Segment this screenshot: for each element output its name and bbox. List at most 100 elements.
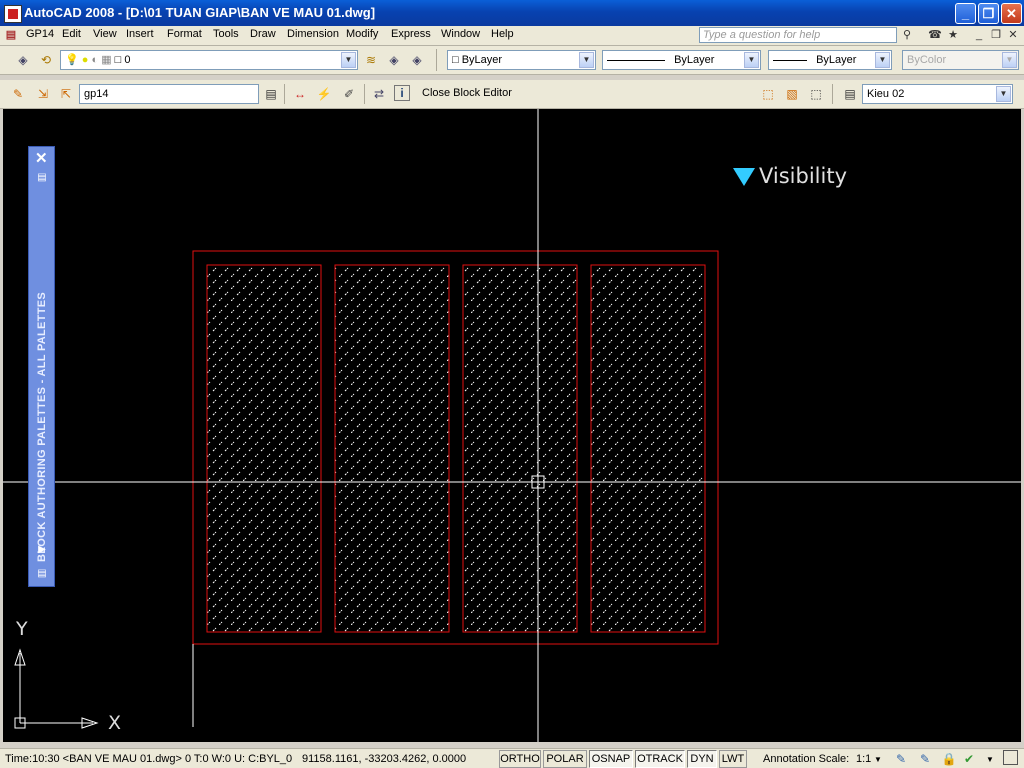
menu-gp14[interactable]: GP14 (26, 28, 54, 40)
minimize-button[interactable]: _ (955, 3, 976, 24)
toggle-ortho[interactable]: ORTHO (499, 750, 541, 768)
ucs-y-label: Y (16, 618, 28, 640)
palette-close-icon[interactable]: ✕ (35, 149, 48, 167)
toolbar-separator (364, 84, 365, 104)
title-bar: AutoCAD 2008 - [D:\01 TUAN GIAP\BAN VE M… (0, 0, 1024, 26)
toolbar-separator (436, 49, 437, 71)
menu-dimension[interactable]: Dimension (287, 28, 339, 40)
toolbar-lock-icon[interactable]: 🔒 (940, 750, 958, 768)
parameter-icon[interactable]: ↔ (291, 85, 309, 103)
menu-tools[interactable]: Tools (213, 28, 239, 40)
define-attribute-icon[interactable]: ✐ (340, 85, 358, 103)
annotation-visibility-icon[interactable]: ✎ (892, 750, 910, 768)
help-search-input[interactable]: Type a question for help (699, 27, 897, 43)
layer-color-swatch: □ (114, 54, 122, 66)
menu-format[interactable]: Format (167, 28, 202, 40)
chevron-down-icon[interactable]: ▼ (874, 755, 882, 764)
layer-previous-icon[interactable]: ⟲ (37, 51, 55, 69)
linetype-preview (607, 59, 665, 61)
menu-bar: ▤ GP14 Edit View Insert Format Tools Dra… (0, 26, 1024, 46)
hatched-panel-2 (334, 264, 450, 633)
block-authoring-palette[interactable]: ✕ ▤ BLOCK AUTHORING PALETTES - ALL PALET… (28, 146, 55, 587)
annotation-scale-value[interactable]: 1:1 (856, 753, 871, 765)
visibility-grip-icon[interactable] (733, 168, 755, 186)
palette-autohide-icon[interactable]: ▶ (35, 543, 49, 557)
visibility-state-value: Kieu 02 (867, 88, 905, 100)
toolbar-separator (284, 84, 285, 104)
autocad-app-icon[interactable] (4, 5, 22, 23)
close-block-editor-button[interactable]: Close Block Editor (422, 87, 512, 99)
menu-insert[interactable]: Insert (126, 28, 154, 40)
toggle-otrack[interactable]: OTRACK (635, 750, 685, 768)
layer-lock-icon: ◐ (91, 54, 99, 66)
menu-window[interactable]: Window (441, 28, 480, 40)
authoring-palettes-icon[interactable]: ▤ (262, 85, 280, 103)
window-title: AutoCAD 2008 - [D:\01 TUAN GIAP\BAN VE M… (24, 5, 376, 20)
chevron-down-icon[interactable]: ▼ (579, 52, 594, 68)
annotation-scale-label: Annotation Scale: (763, 753, 850, 765)
chevron-down-icon[interactable]: ▼ (996, 86, 1011, 102)
communication-icon[interactable]: ✔ (960, 750, 978, 768)
clean-screen-icon[interactable] (1003, 750, 1018, 765)
chevron-down-icon[interactable]: ▼ (744, 52, 759, 68)
menu-modify[interactable]: Modify (346, 28, 378, 40)
document-icon[interactable]: ▤ (4, 28, 18, 42)
restore-button[interactable]: ❐ (978, 3, 999, 24)
toggle-dyn[interactable]: DYN (687, 750, 717, 768)
visibility-mode-icon[interactable]: ⬚ (807, 85, 825, 103)
visibility-state-dropdown[interactable]: Kieu 02 ▼ (862, 84, 1013, 104)
toolbar-separator (832, 84, 833, 104)
status-info: Time:10:30 <BAN VE MAU 01.dwg> 0 T:0 W:0… (5, 753, 293, 765)
linetype-value: ByLayer (674, 54, 715, 66)
close-button[interactable]: ✕ (1001, 3, 1022, 24)
layer-freeze-icon: ● (81, 54, 89, 66)
doc-restore-icon[interactable]: ❐ (989, 28, 1003, 42)
block-name-field[interactable]: gp14 (79, 84, 259, 104)
toggle-osnap[interactable]: OSNAP (589, 750, 633, 768)
info-icon[interactable]: i (394, 85, 410, 101)
menu-view[interactable]: View (93, 28, 117, 40)
menu-express[interactable]: Express (391, 28, 431, 40)
action-icon[interactable]: ⚡ (315, 85, 333, 103)
layer-dropdown[interactable]: 💡 ● ◐ ▦ □ 0 ▼ (60, 50, 358, 70)
palette-properties-icon[interactable]: ▤ (35, 171, 49, 185)
auto-scale-icon[interactable]: ✎ (916, 750, 934, 768)
layer-value: 0 (124, 54, 131, 66)
make-current-layer-icon[interactable]: ≋ (362, 51, 380, 69)
search-icon[interactable]: ⚲ (900, 28, 914, 42)
visibility-parameter[interactable]: Visibility (733, 164, 847, 188)
menu-help[interactable]: Help (491, 28, 514, 40)
color-value: ByLayer (461, 54, 503, 66)
edit-block-icon[interactable]: ✎ (9, 85, 27, 103)
coordinate-display[interactable]: 91158.1161, -33203.4262, 0.0000 (302, 753, 466, 765)
layer-isolate-icon[interactable]: ◈ (408, 51, 426, 69)
manage-visibility-states-icon[interactable]: ▤ (841, 85, 859, 103)
favorites-icon[interactable]: ★ (946, 28, 960, 42)
doc-close-icon[interactable]: ✕ (1006, 28, 1020, 42)
toggle-lwt[interactable]: LWT (719, 750, 747, 768)
drawing-canvas[interactable]: Y X Visibility (3, 109, 1021, 742)
chevron-down-icon[interactable]: ▼ (341, 52, 356, 68)
lineweight-dropdown[interactable]: ByLayer ▼ (768, 50, 892, 70)
layer-manager-icon[interactable]: ◈ (14, 51, 32, 69)
layer-on-icon: 💡 (65, 54, 79, 66)
palette-menu-icon[interactable]: ▤ (35, 567, 49, 581)
menu-edit[interactable]: Edit (62, 28, 81, 40)
chevron-down-icon[interactable]: ▼ (875, 52, 890, 68)
drawing-svg (3, 109, 1021, 742)
color-dropdown[interactable]: □ ByLayer ▼ (447, 50, 596, 70)
status-menu-icon[interactable]: ▼ (986, 755, 994, 764)
menu-draw[interactable]: Draw (250, 28, 276, 40)
hatched-panel-4 (590, 264, 706, 633)
save-block-icon[interactable]: ⇲ (34, 85, 52, 103)
toggle-polar[interactable]: POLAR (543, 750, 587, 768)
doc-minimize-icon[interactable]: _ (972, 28, 986, 42)
update-parameters-icon[interactable]: ⇄ (370, 85, 388, 103)
save-block-as-icon[interactable]: ⇱ (57, 85, 75, 103)
make-visible-icon[interactable]: ⬚ (759, 85, 777, 103)
communication-center-icon[interactable]: ☎ (928, 28, 942, 42)
block-editor-toolbar: ✎ ⇲ ⇱ gp14 ▤ ↔ ⚡ ✐ ⇄ i Close Block Edito… (0, 80, 1024, 109)
layer-states-icon[interactable]: ◈ (385, 51, 403, 69)
linetype-dropdown[interactable]: ByLayer ▼ (602, 50, 761, 70)
make-invisible-icon[interactable]: ▧ (783, 85, 801, 103)
